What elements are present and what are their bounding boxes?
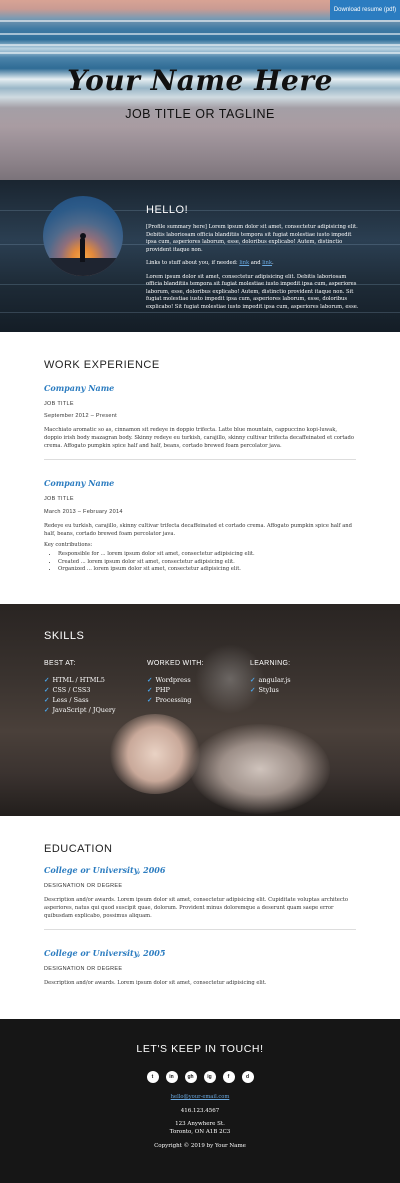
tagline: JOB TITLE OR TAGLINE [125,107,275,121]
skill-item: ✓ CSS / CSS3 [44,686,91,695]
skill-item: ✓ JavaScript / JQuery [44,706,116,715]
linkedin-icon[interactable]: in [165,1071,178,1083]
skills-heading: BEST AT: [44,660,76,667]
address-line-2: Toronto, ON A1B 2C3 [169,1129,231,1135]
download-resume-button[interactable]: Download resume (pdf) [330,0,400,20]
skills-column-learning: LEARNING: ✓ angular.js ✓ Stylus [250,660,291,695]
company-name: Company Name [44,478,115,488]
degree: DESIGNATION OR DEGREE [44,883,123,889]
profile-photo [43,196,123,276]
skills-section: SKILLS BEST AT: ✓ HTML / HTML5 ✓ CSS / CSS… [0,604,400,816]
skill-item: ✓ PHP [147,686,170,695]
skills-title: SKILLS [44,630,85,642]
skill-item: ✓ Processing [147,696,192,705]
check-icon: ✓ [147,686,153,695]
job-description: Redeye eu turkish, carajillo, skinny cul… [44,523,352,537]
wave-line [0,20,400,22]
job-title: JOB TITLE [44,401,74,407]
about-section: HELLO! [Profile summary here] Lorem ipsu… [0,180,400,332]
footer: LET'S KEEP IN TOUCH! t in gh ig f d hell… [0,1019,400,1183]
skill-item: ✓ angular.js [250,676,291,684]
wave-line [0,44,400,46]
about-title: HELLO! [146,204,189,216]
check-icon: ✓ [250,676,256,684]
footer-title: LET'S KEEP IN TOUCH! [136,1043,264,1055]
photo-figure [80,238,85,262]
list-item: Organized ... lorem ipsum dolor sit amet… [58,566,356,574]
check-icon: ✓ [44,676,50,684]
skill-item: ✓ Less / Sass [44,696,89,705]
background-flower [110,714,200,794]
check-icon: ✓ [44,696,50,705]
check-icon: ✓ [147,676,153,684]
job-description: Macchiato aromatic so as, cinnamon sit r… [44,427,354,449]
job-dates: March 2013 – February 2014 [44,509,123,515]
twitter-icon[interactable]: t [146,1071,159,1083]
work-title: WORK EXPERIENCE [44,359,160,371]
github-icon[interactable]: gh [184,1071,197,1083]
degree: DESIGNATION OR DEGREE [44,966,123,972]
link-2[interactable]: link [262,260,272,266]
links-prefix: Links to stuff about you, if needed: [146,260,240,267]
list-item: Created ... lorem ipsum dolor sit amet, … [58,559,356,567]
skill-item: ✓ HTML / HTML5 [44,676,105,684]
profile-summary: [Profile summary here] Lorem ipsum dolor… [146,224,358,253]
email-link[interactable]: hello@your-email.com [0,1094,400,1100]
contributions-list: Responsible for ... lorem ipsum dolor si… [44,551,356,574]
work-experience-section: WORK EXPERIENCE Company Name JOB TITLE S… [0,332,400,604]
links-and: and [249,260,263,267]
about-text: HELLO! [Profile summary here] Lorem ipsu… [146,204,360,317]
job-title: JOB TITLE [44,496,74,502]
job-dates: September 2012 – Present [44,413,117,419]
background-teacup [190,724,330,814]
check-icon: ✓ [44,686,50,695]
school-name: College or University, 2005 [44,948,166,958]
about-body: Lorem ipsum dolor sit amet, consectetur … [146,273,359,310]
education-description: Description and/or awards. Lorem ipsum d… [44,897,348,919]
wave-line [0,52,400,54]
phone-number: 416.123.4567 [180,1108,220,1114]
list-item: Responsible for ... lorem ipsum dolor si… [58,551,356,559]
education-description: Description and/or awards. Lorem ipsum d… [44,980,267,986]
facebook-icon[interactable]: f [222,1071,235,1083]
links-paragraph: Links to stuff about you, if needed: lin… [146,260,360,268]
school-name: College or University, 2006 [44,865,166,875]
divider [44,459,356,460]
divider [44,929,356,930]
check-icon: ✓ [147,696,153,705]
check-icon: ✓ [44,706,50,715]
skills-heading: LEARNING: [250,660,291,667]
education-section: EDUCATION College or University, 2006 DE… [0,816,400,1019]
wave-line [0,33,400,35]
skills-column-best: BEST AT: ✓ HTML / HTML5 ✓ CSS / CSS3 ✓ Less… [44,660,116,715]
skills-heading: WORKED WITH: [147,660,204,667]
address-line-1: 123 Anywhere St. [175,1121,225,1127]
instagram-icon[interactable]: ig [203,1071,216,1083]
check-icon: ✓ [250,686,256,695]
social-links: t in gh ig f d [0,1071,400,1083]
page-title: Your Name Here [67,64,333,97]
links-suffix: . [272,260,274,267]
hero-header: Download resume (pdf) Your Name Here JOB… [0,0,400,180]
company-name: Company Name [44,383,115,393]
link-1[interactable]: link [239,260,249,266]
skills-column-worked: WORKED WITH: ✓ Wordpress ✓ PHP ✓ Processing [147,660,204,705]
dribbble-icon[interactable]: d [241,1071,254,1083]
skill-item: ✓ Wordpress [147,676,191,684]
contributions-label: Key contributions: [44,542,93,548]
education-title: EDUCATION [44,843,113,855]
copyright: Copyright © 2019 by Your Name [154,1143,246,1149]
skill-item: ✓ Stylus [250,686,279,695]
